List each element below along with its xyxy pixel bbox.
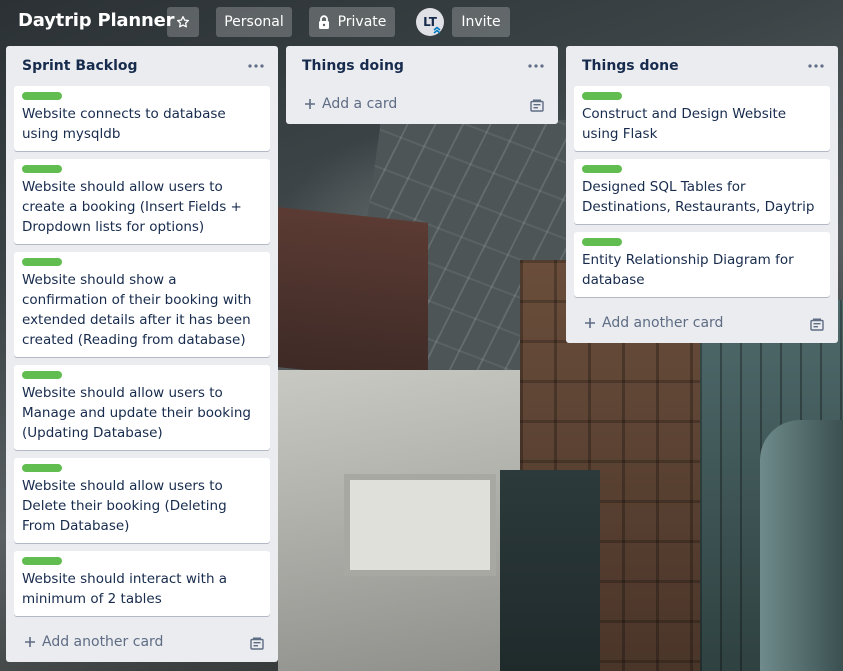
background-tower-shadow: [500, 470, 600, 671]
ellipsis-icon[interactable]: [806, 58, 826, 74]
card-label-green[interactable]: [22, 165, 62, 173]
card-title: Designed SQL Tables for Destinations, Re…: [582, 179, 815, 215]
card-list: Construct and Design Website using Flask…: [566, 86, 838, 297]
card-label-green[interactable]: [22, 371, 62, 379]
card[interactable]: Website connects to database using mysql…: [14, 86, 270, 151]
card[interactable]: Website should allow users to create a b…: [14, 159, 270, 244]
star-board-button[interactable]: [167, 7, 199, 37]
card[interactable]: Website should interact with a minimum o…: [14, 551, 270, 616]
background-cylinder-tower: [760, 420, 843, 671]
privacy-label: Private: [337, 14, 387, 30]
ellipsis-icon[interactable]: [526, 58, 546, 74]
card-label-green[interactable]: [22, 258, 62, 266]
list-title[interactable]: Sprint Backlog: [22, 58, 138, 74]
background-rooftop: [278, 370, 538, 671]
plus-icon: [304, 98, 316, 110]
card-label-green[interactable]: [582, 238, 622, 246]
add-card-label: Add a card: [322, 96, 398, 112]
list-footer: Add another card: [566, 305, 838, 343]
star-icon: [176, 15, 190, 29]
card[interactable]: Entity Relationship Diagram for database: [574, 232, 830, 297]
background-glass-tower: [700, 300, 843, 671]
card-title: Entity Relationship Diagram for database: [582, 252, 794, 288]
card-template-icon[interactable]: [530, 98, 544, 112]
card-list: Website connects to database using mysql…: [6, 86, 278, 616]
card-template-icon[interactable]: [810, 317, 824, 331]
board-header: Daytrip Planner Personal Private LT Invi…: [0, 0, 843, 44]
add-card-button[interactable]: Add a card: [304, 96, 397, 112]
card-label-green[interactable]: [22, 92, 62, 100]
plus-icon: [584, 317, 596, 329]
card-title: Website should allow users to Delete the…: [22, 478, 227, 534]
list-things-doing: Things doing Add a card: [286, 46, 558, 124]
card-title: Construct and Design Website using Flask: [582, 106, 787, 142]
add-card-label: Add another card: [602, 315, 724, 331]
background-building: [278, 207, 428, 383]
list-footer: Add a card: [286, 86, 558, 124]
card[interactable]: Website should show a confirmation of th…: [14, 252, 270, 357]
list-title[interactable]: Things done: [582, 58, 679, 74]
plus-icon: [24, 636, 36, 648]
card[interactable]: Website should allow users to Delete the…: [14, 458, 270, 543]
privacy-button[interactable]: Private: [309, 7, 395, 37]
card-title: Website should allow users to create a b…: [22, 179, 242, 235]
card-label-green[interactable]: [22, 464, 62, 472]
team-visibility-button[interactable]: Personal: [216, 7, 292, 37]
list-header: Sprint Backlog: [6, 46, 278, 86]
list-footer: Add another card: [6, 624, 278, 662]
background-rooftop-structure: [350, 480, 490, 570]
card-label-green[interactable]: [22, 557, 62, 565]
card-title: Website connects to database using mysql…: [22, 106, 226, 142]
list-title[interactable]: Things doing: [302, 58, 404, 74]
list-header: Things done: [566, 46, 838, 86]
card-title: Website should allow users to Manage and…: [22, 385, 251, 441]
ellipsis-icon[interactable]: [246, 58, 266, 74]
list-sprint-backlog: Sprint Backlog Website connects to datab…: [6, 46, 278, 662]
lock-icon: [318, 15, 330, 29]
card-title: Website should interact with a minimum o…: [22, 571, 228, 607]
card-title: Website should show a confirmation of th…: [22, 272, 252, 348]
list-header: Things doing: [286, 46, 558, 86]
add-card-label: Add another card: [42, 634, 164, 650]
add-card-button[interactable]: Add another card: [584, 315, 723, 331]
list-things-done: Things done Construct and Design Website…: [566, 46, 838, 343]
card-template-icon[interactable]: [250, 636, 264, 650]
card[interactable]: Designed SQL Tables for Destinations, Re…: [574, 159, 830, 224]
card[interactable]: Website should allow users to Manage and…: [14, 365, 270, 450]
add-card-button[interactable]: Add another card: [24, 634, 163, 650]
board-title[interactable]: Daytrip Planner: [18, 10, 174, 31]
invite-button[interactable]: Invite: [452, 7, 510, 37]
admin-chevron-icon: [432, 25, 442, 35]
card-label-green[interactable]: [582, 165, 622, 173]
background-city-streets: [338, 120, 602, 420]
card-label-green[interactable]: [582, 92, 622, 100]
card[interactable]: Construct and Design Website using Flask: [574, 86, 830, 151]
